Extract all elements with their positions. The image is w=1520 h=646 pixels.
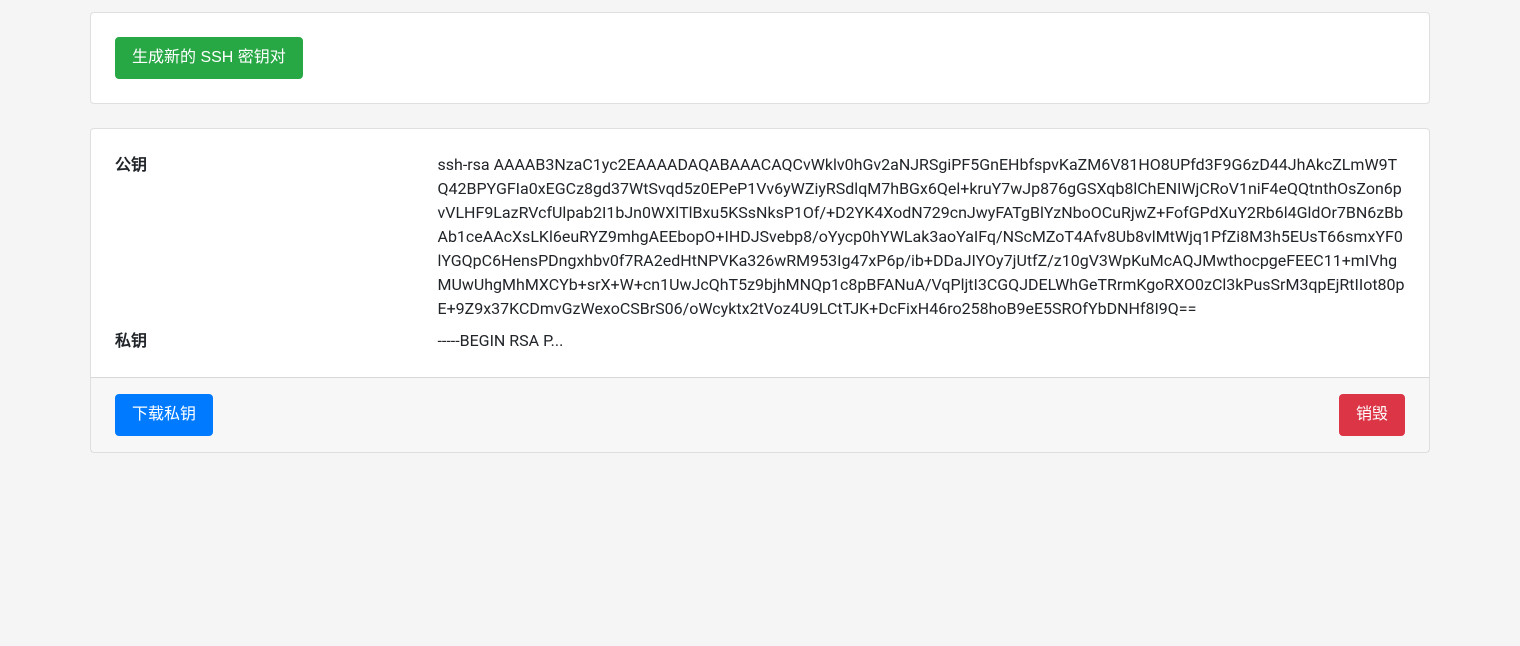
generate-card: 生成新的 SSH 密钥对 bbox=[90, 12, 1430, 104]
download-private-key-button[interactable]: 下载私钥 bbox=[115, 394, 213, 436]
destroy-button[interactable]: 销毁 bbox=[1339, 394, 1405, 436]
key-details-card: 公钥 ssh-rsa AAAAB3NzaC1yc2EAAAADAQABAAACA… bbox=[90, 128, 1430, 453]
generate-ssh-key-button[interactable]: 生成新的 SSH 密钥对 bbox=[115, 37, 303, 79]
public-key-label: 公钥 bbox=[115, 153, 438, 321]
private-key-value: -----BEGIN RSA P... bbox=[438, 329, 1406, 353]
card-footer: 下载私钥 销毁 bbox=[91, 377, 1429, 452]
public-key-row: 公钥 ssh-rsa AAAAB3NzaC1yc2EAAAADAQABAAACA… bbox=[115, 153, 1405, 321]
private-key-label: 私钥 bbox=[115, 329, 438, 353]
public-key-value: ssh-rsa AAAAB3NzaC1yc2EAAAADAQABAAACAQCv… bbox=[438, 153, 1406, 321]
private-key-row: 私钥 -----BEGIN RSA P... bbox=[115, 329, 1405, 353]
